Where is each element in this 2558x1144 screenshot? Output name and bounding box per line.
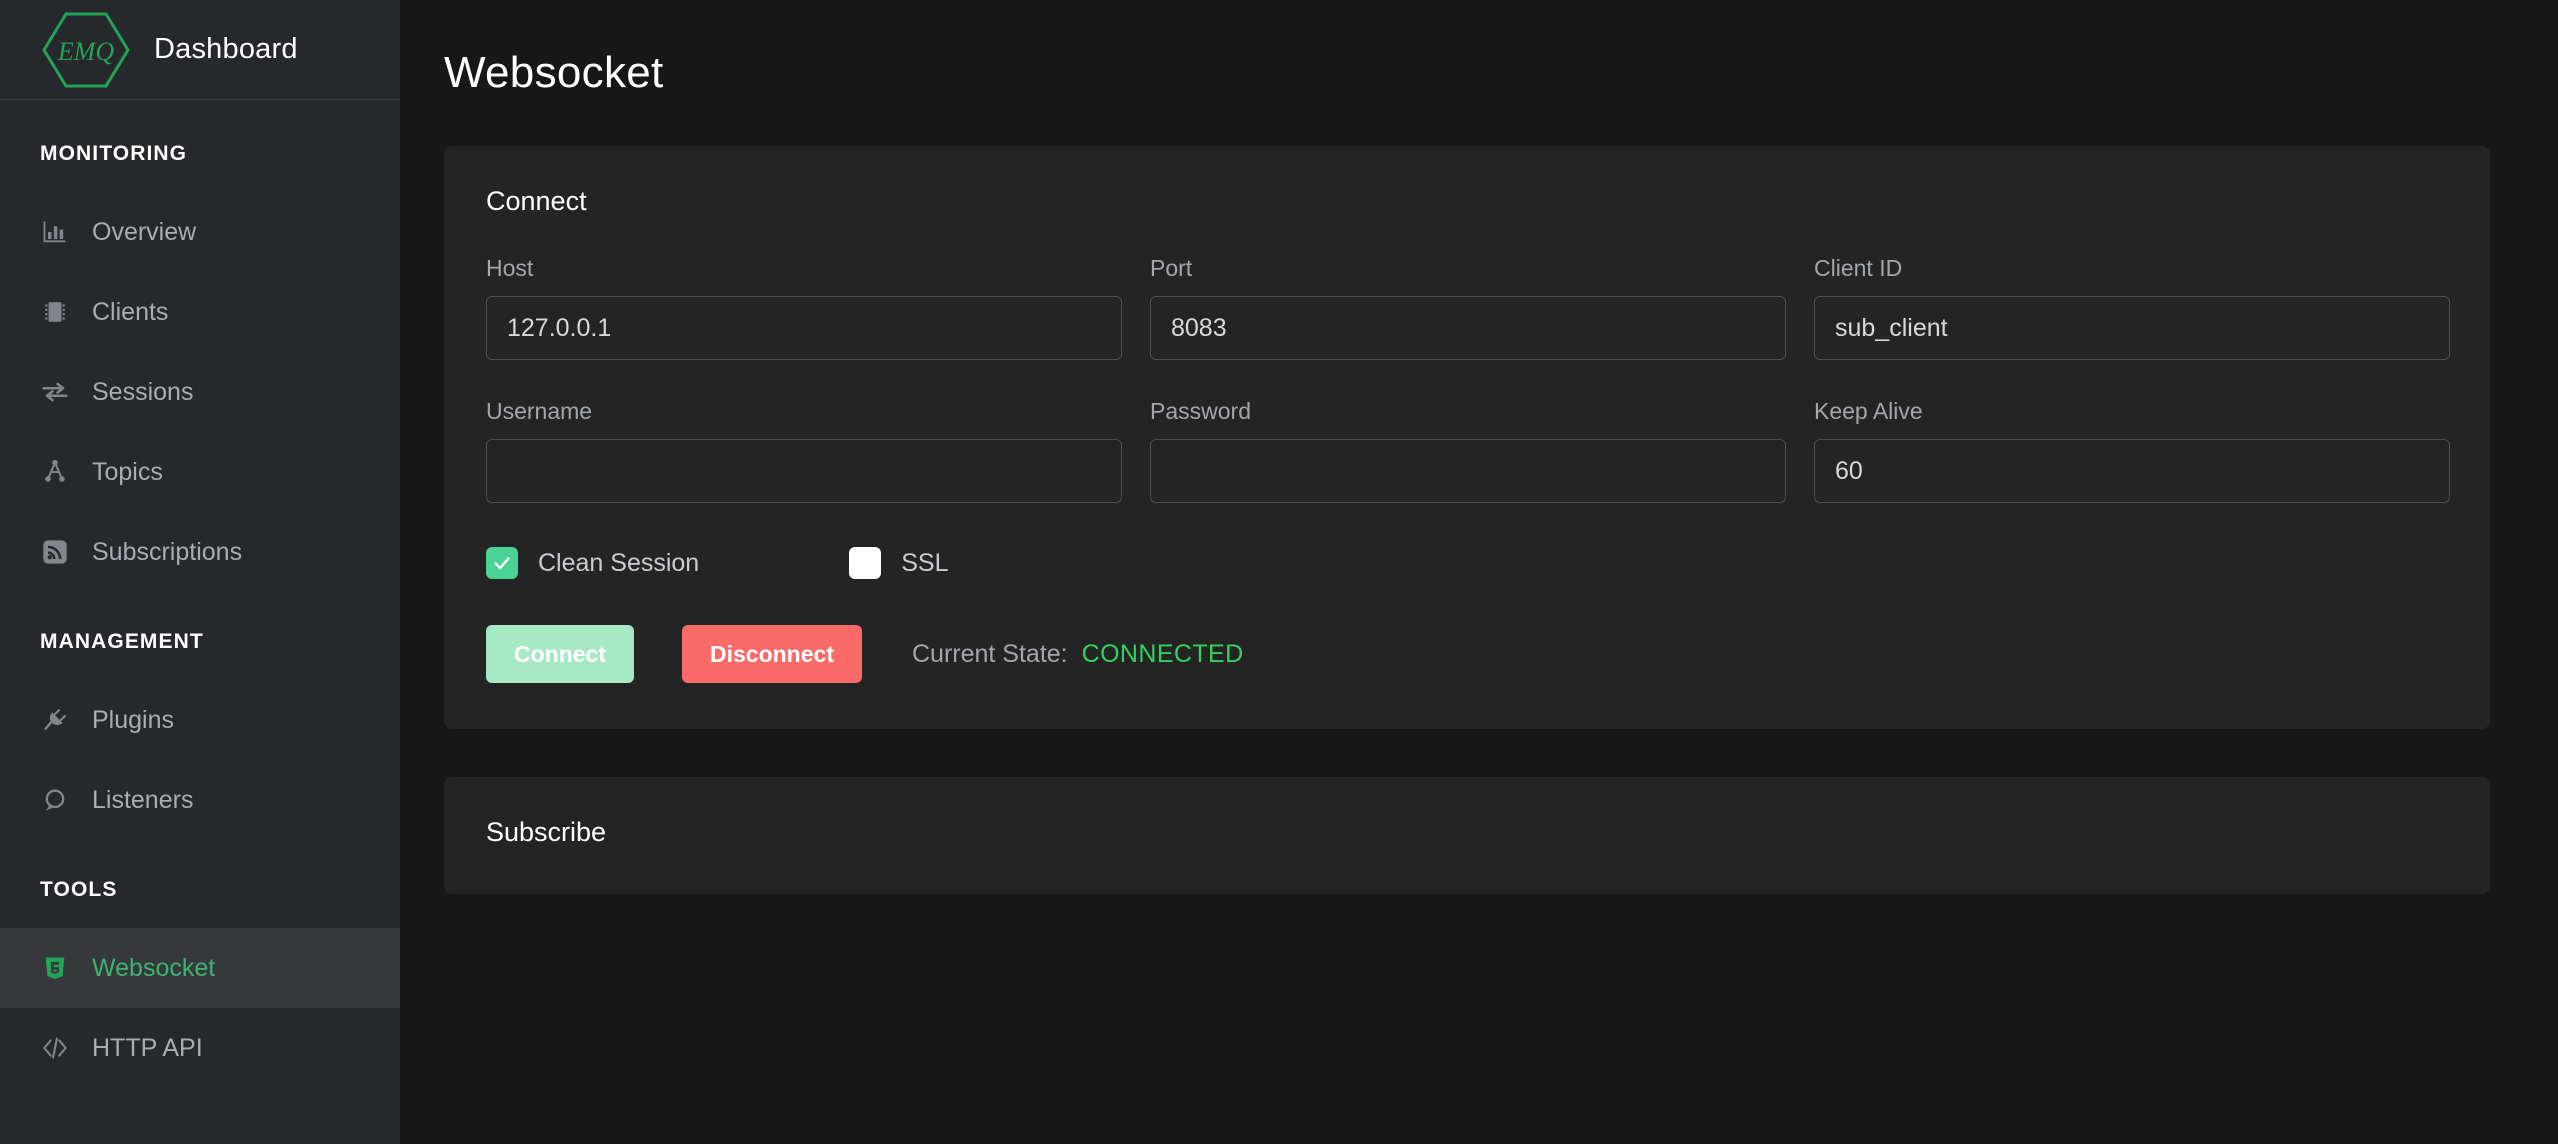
connect-options-row: Clean Session SSL: [484, 547, 2450, 579]
ssl-checkbox-wrap[interactable]: SSL: [849, 547, 948, 579]
sidebar-item-label: Plugins: [92, 705, 174, 734]
keep-alive-label: Keep Alive: [1814, 398, 1923, 424]
password-label: Password: [1150, 398, 1251, 424]
main-content: Websocket Connect Host Port Client ID: [400, 0, 2558, 1144]
connect-form-row-2: Username Password Keep Alive: [484, 398, 2450, 503]
code-brackets-icon: [38, 1031, 72, 1065]
sidebar-item-label: Listeners: [92, 785, 194, 814]
sidebar-nav: MONITORING Overview Clients Sessions Top…: [0, 100, 400, 1088]
sidebar-item-label: HTTP API: [92, 1033, 203, 1062]
ssl-checkbox[interactable]: [849, 547, 882, 579]
sidebar-item-listeners[interactable]: Listeners: [0, 760, 400, 840]
password-input[interactable]: [1150, 439, 1786, 503]
password-field-group: Password: [1148, 398, 1786, 503]
port-label: Port: [1150, 255, 1193, 281]
keep-alive-input[interactable]: [1814, 439, 2450, 503]
sidebar-item-plugins[interactable]: Plugins: [0, 680, 400, 760]
html5-shield-icon: [38, 951, 72, 985]
disconnect-button[interactable]: Disconnect: [682, 625, 862, 683]
listener-icon: [38, 783, 72, 817]
sidebar-item-http-api[interactable]: HTTP API: [0, 1008, 400, 1088]
page-title: Websocket: [444, 48, 664, 97]
sidebar-item-websocket[interactable]: Websocket: [0, 928, 400, 1008]
sidebar-item-label: Topics: [92, 457, 163, 486]
current-state-value: CONNECTED: [1081, 639, 1244, 668]
host-label: Host: [486, 255, 534, 281]
brand-title: Dashboard: [154, 33, 298, 65]
current-state-label: Current State:: [911, 639, 1068, 668]
connect-form-row-1: Host Port Client ID: [484, 255, 2450, 360]
topic-tree-icon: [38, 455, 72, 489]
keep-alive-field-group: Keep Alive: [1812, 398, 2450, 503]
sidebar-item-topics[interactable]: Topics: [0, 432, 400, 512]
sidebar-item-overview[interactable]: Overview: [0, 192, 400, 272]
plug-icon: [38, 703, 72, 737]
connect-card-title: Connect: [486, 186, 587, 216]
sidebar-item-sessions[interactable]: Sessions: [0, 352, 400, 432]
emq-logo-icon: EMQ: [40, 10, 132, 90]
exchange-arrows-icon: [38, 375, 72, 409]
clean-session-checkbox[interactable]: [486, 547, 518, 579]
nav-section-monitoring: MONITORING: [40, 142, 188, 165]
sidebar-item-label: Clients: [92, 297, 169, 326]
sidebar-item-label: Subscriptions: [92, 537, 243, 566]
nav-section-tools: TOOLS: [40, 878, 118, 901]
username-field-group: Username: [484, 398, 1122, 503]
client-id-field-group: Client ID: [1812, 255, 2450, 360]
sidebar-item-label: Sessions: [92, 377, 194, 406]
username-label: Username: [486, 398, 593, 424]
port-field-group: Port: [1148, 255, 1786, 360]
connect-button[interactable]: Connect: [486, 625, 634, 683]
clean-session-label: Clean Session: [538, 548, 700, 577]
app-root: EMQ Dashboard MONITORING Overview Client…: [0, 0, 2558, 1144]
connect-actions-row: Connect Disconnect Current State: CONNEC…: [484, 625, 2450, 683]
bar-chart-icon: [38, 215, 72, 249]
nav-section-management: MANAGEMENT: [40, 630, 204, 653]
subscribe-card: Subscribe: [444, 777, 2490, 894]
sidebar-item-label: Websocket: [92, 953, 216, 982]
subscribe-card-title: Subscribe: [486, 817, 607, 847]
chip-icon: [38, 295, 72, 329]
port-input[interactable]: [1150, 296, 1786, 360]
host-field-group: Host: [484, 255, 1122, 360]
sidebar-item-label: Overview: [92, 217, 197, 246]
sidebar: EMQ Dashboard MONITORING Overview Client…: [0, 0, 400, 1144]
client-id-label: Client ID: [1814, 255, 1903, 281]
connect-card: Connect Host Port Client ID Username: [444, 146, 2490, 729]
current-state-group: Current State: CONNECTED: [912, 640, 1244, 669]
username-input[interactable]: [486, 439, 1122, 503]
host-input[interactable]: [486, 296, 1122, 360]
svg-text:EMQ: EMQ: [57, 37, 115, 66]
clean-session-checkbox-wrap[interactable]: Clean Session: [486, 547, 699, 579]
client-id-input[interactable]: [1814, 296, 2450, 360]
ssl-label: SSL: [901, 548, 949, 577]
sidebar-item-clients[interactable]: Clients: [0, 272, 400, 352]
sidebar-item-subscriptions[interactable]: Subscriptions: [0, 512, 400, 592]
rss-feed-icon: [38, 535, 72, 569]
check-icon: [494, 557, 510, 570]
brand-header[interactable]: EMQ Dashboard: [0, 0, 400, 100]
